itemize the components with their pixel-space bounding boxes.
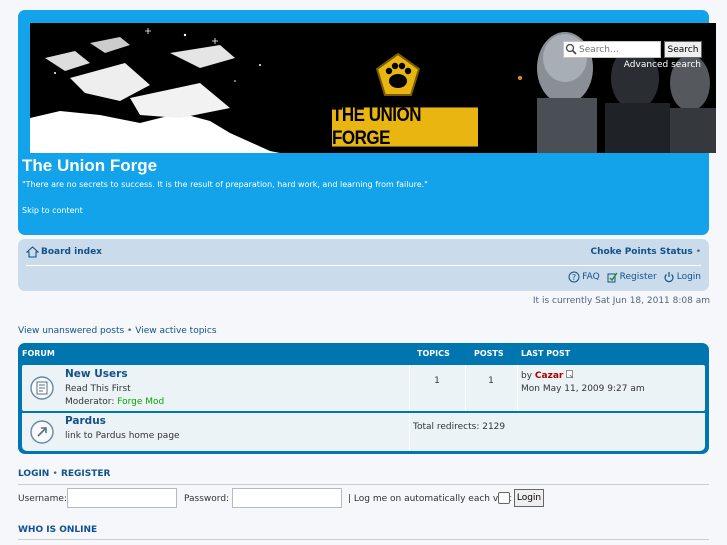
choke-points-link-wrap: Choke Points Status •: [591, 247, 701, 257]
choke-sep: •: [695, 247, 701, 257]
posts-count: 1: [488, 376, 494, 386]
moderator-link[interactable]: Forge Mod: [117, 397, 164, 407]
password-label: Password:: [184, 494, 230, 504]
navbar-divider: [26, 265, 701, 266]
register-icon: [607, 272, 618, 283]
who-is-online-heading: WHO IS ONLINE: [18, 525, 98, 535]
register-item[interactable]: Register: [606, 271, 657, 283]
last-post-author-link[interactable]: Cazar: [535, 371, 563, 381]
col-divider: [409, 365, 410, 411]
login-divider: [18, 484, 709, 485]
topics-count: 1: [434, 376, 440, 386]
paw-seal-icon: [375, 53, 421, 96]
active-topics-link[interactable]: View active topics: [135, 326, 216, 336]
register-link[interactable]: Register: [620, 272, 657, 282]
unanswered-posts-link[interactable]: View unanswered posts: [18, 326, 124, 336]
col-posts: POSTS: [474, 349, 504, 358]
forum-title-new-users[interactable]: New Users: [65, 368, 128, 380]
forum-title-pardus[interactable]: Pardus: [65, 415, 106, 427]
total-redirects: Total redirects: 2129: [413, 422, 506, 432]
password-input[interactable]: [232, 488, 342, 508]
forum-row: New Users Read This First Moderator: For…: [22, 365, 705, 411]
autologin-label: | Log me on automatically each visit: [348, 494, 512, 504]
forum-list: FORUM TOPICS POSTS LAST POST New Users R…: [18, 343, 709, 454]
search-icon: [565, 43, 577, 55]
who-is-online-divider: [18, 539, 709, 540]
register-heading-link[interactable]: REGISTER: [61, 469, 111, 479]
last-post-date: Mon May 11, 2009 9:27 am: [521, 384, 645, 394]
forum-link-icon: [30, 420, 54, 444]
search-button[interactable]: Search: [664, 41, 702, 58]
faq-link[interactable]: FAQ: [582, 272, 599, 282]
username-input[interactable]: [67, 488, 177, 508]
user-links: ? FAQ Register Login: [568, 271, 701, 283]
view-latest-post-icon[interactable]: [566, 370, 575, 379]
col-topics: TOPICS: [417, 349, 450, 358]
login-link[interactable]: Login: [677, 272, 701, 282]
col-divider: [465, 365, 466, 411]
current-time: It is currently Sat Jun 18, 2011 8:08 am: [532, 296, 710, 306]
forum-row: Pardus link to Pardus home page Total re…: [22, 413, 705, 451]
forum-description: Read This First: [65, 384, 131, 394]
col-forum: FORUM: [22, 349, 55, 358]
search-input[interactable]: [563, 41, 661, 58]
login-item[interactable]: Login: [663, 271, 701, 283]
forum-moderator: Moderator: Forge Mod: [65, 397, 164, 407]
power-icon: [664, 272, 674, 283]
choke-points-link[interactable]: Choke Points Status: [591, 247, 693, 257]
skip-to-content-link[interactable]: Skip to content: [22, 206, 83, 215]
forum-read-icon: [30, 376, 54, 400]
navbar: Board index Choke Points Status • ? FAQ R…: [18, 239, 709, 291]
quick-links: View unanswered posts • View active topi…: [18, 326, 217, 336]
login-heading-link[interactable]: LOGIN: [18, 469, 49, 479]
site-logo[interactable]: THE UNION FORGE: [332, 53, 478, 149]
forum-description: link to Pardus home page: [65, 431, 180, 441]
col-divider: [517, 365, 518, 411]
login-heading-sep: •: [52, 469, 58, 479]
home-icon: [26, 246, 39, 258]
board-index-link[interactable]: Board index: [41, 247, 102, 257]
moderator-label: Moderator:: [65, 397, 115, 407]
username-label: Username:: [18, 494, 67, 504]
faq-item[interactable]: ? FAQ: [568, 271, 600, 283]
last-post-author: by Cazar: [521, 370, 575, 381]
logo-text: THE UNION FORGE: [332, 104, 478, 149]
quick-links-sep: •: [127, 326, 133, 336]
help-icon: ?: [568, 271, 580, 283]
svg-text:?: ?: [572, 273, 576, 282]
autologin-checkbox[interactable]: [498, 492, 510, 504]
login-button[interactable]: Login: [514, 489, 544, 507]
site-title: The Union Forge: [22, 156, 158, 175]
login-heading: LOGIN • REGISTER: [18, 469, 110, 479]
site-description: "There are no secrets to success. It is …: [22, 180, 428, 189]
col-last-post: LAST POST: [521, 349, 571, 358]
advanced-search-link[interactable]: Advanced search: [563, 60, 701, 70]
col-divider: [409, 413, 410, 451]
last-post-by: by: [521, 371, 533, 381]
